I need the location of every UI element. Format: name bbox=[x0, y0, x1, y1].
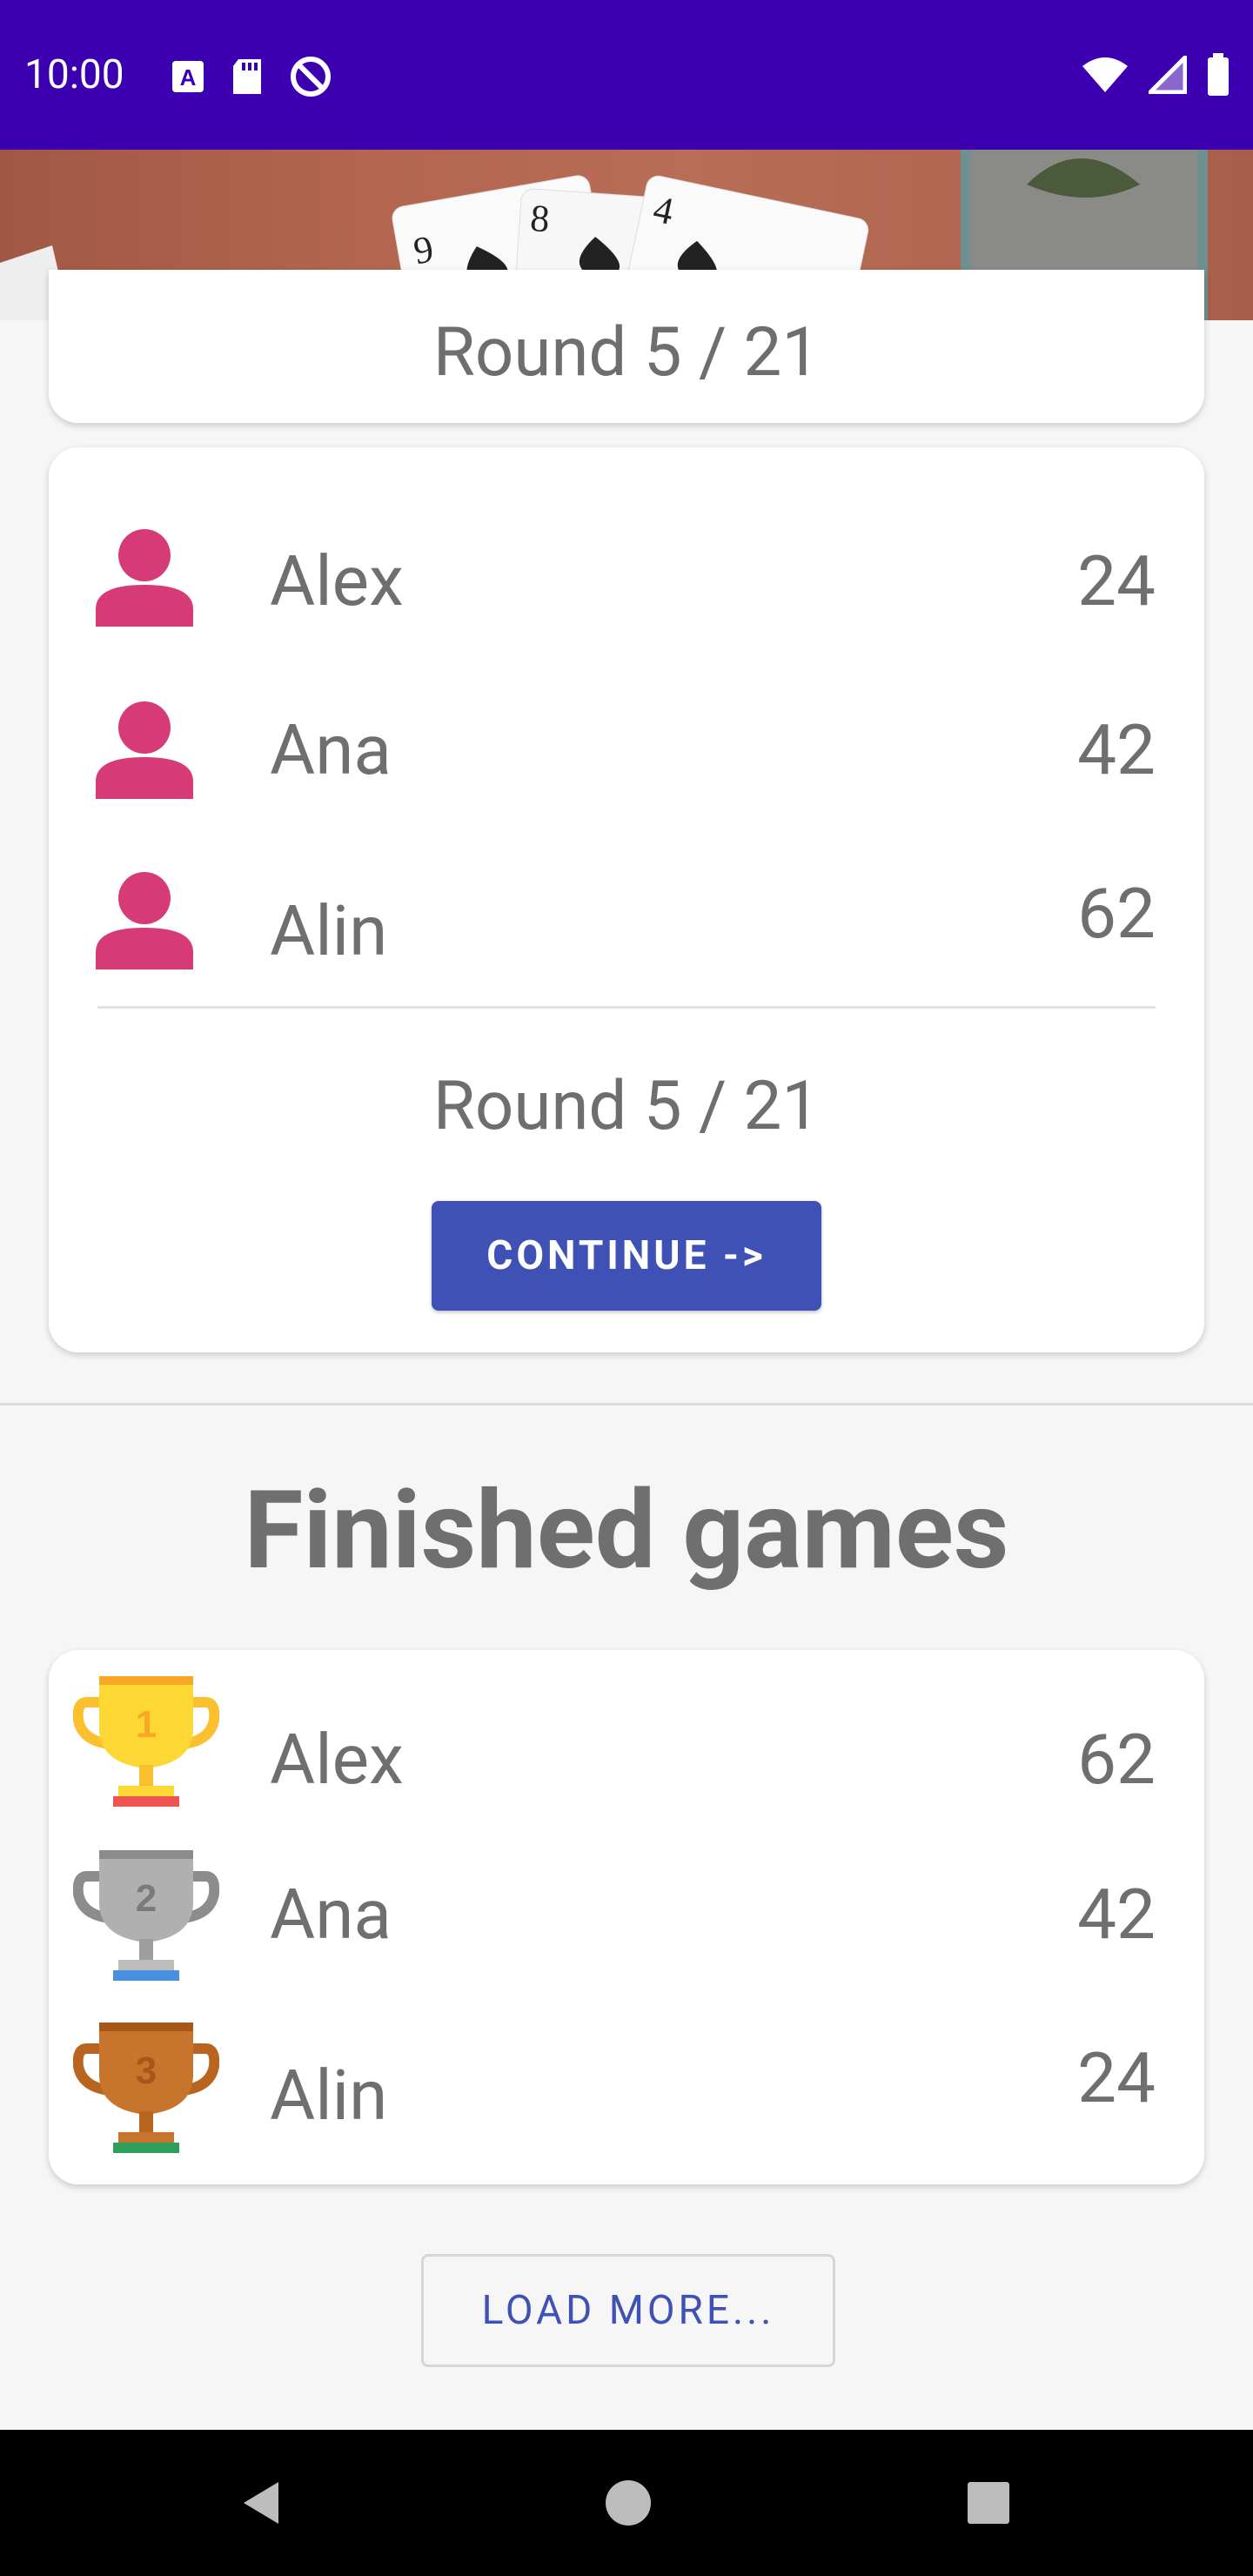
battery-icon bbox=[1208, 53, 1229, 96]
player-score: 62 bbox=[1077, 873, 1156, 955]
svg-text:A: A bbox=[180, 64, 197, 91]
gold-trophy-icon: 1 bbox=[73, 1676, 219, 1807]
trophy-rank: 1 bbox=[136, 1703, 157, 1746]
list-item: 2 Ana 42 bbox=[49, 1841, 1204, 1995]
list-item: Ana 42 bbox=[49, 681, 1204, 802]
person-icon bbox=[96, 872, 193, 969]
recents-icon[interactable] bbox=[962, 2477, 1015, 2529]
player-score: 42 bbox=[1077, 709, 1156, 791]
round-label: Round 5 / 21 bbox=[432, 313, 821, 392]
signal-icon bbox=[1149, 56, 1187, 94]
status-icons-left: A bbox=[171, 54, 332, 99]
status-icons-right bbox=[1081, 50, 1230, 99]
previous-game-card[interactable]: Round 5 / 21 bbox=[49, 270, 1204, 423]
list-item: 1 Alex 62 bbox=[49, 1667, 1204, 1821]
silver-trophy-icon: 2 bbox=[73, 1850, 219, 1981]
home-icon[interactable] bbox=[600, 2475, 656, 2531]
player-name: Alin bbox=[270, 890, 388, 972]
bronze-trophy-icon: 3 bbox=[73, 2023, 219, 2153]
player-score: 24 bbox=[1077, 2037, 1156, 2119]
load-more-button[interactable]: LOAD MORE... bbox=[421, 2254, 835, 2367]
player-name: Alin bbox=[270, 2055, 388, 2137]
status-bar: 10:00 A bbox=[0, 0, 1253, 150]
player-name: Ana bbox=[270, 709, 392, 791]
round-label: Round 5 / 21 bbox=[432, 1067, 821, 1146]
status-time: 10:00 bbox=[24, 51, 124, 98]
svg-text:8: 8 bbox=[529, 197, 551, 240]
sd-card-icon bbox=[233, 59, 261, 94]
player-name: Alex bbox=[270, 540, 404, 622]
person-icon bbox=[96, 701, 193, 799]
divider bbox=[97, 1006, 1156, 1009]
continue-button[interactable]: CONTINUE -> bbox=[432, 1201, 821, 1311]
finished-games-title: Finished games bbox=[244, 1468, 1009, 1594]
list-item: 3 Alin 24 bbox=[49, 2014, 1204, 2167]
player-score: 24 bbox=[1077, 540, 1156, 622]
a-notification-icon: A bbox=[172, 61, 204, 92]
wifi-icon bbox=[1082, 57, 1128, 92]
section-divider bbox=[0, 1403, 1253, 1405]
trophy-rank: 2 bbox=[136, 1877, 157, 1920]
finished-game-card[interactable]: 1 Alex 62 2 Ana 42 3 Alin 24 bbox=[49, 1650, 1204, 2184]
person-icon bbox=[96, 529, 193, 627]
navigation-bar bbox=[0, 2430, 1253, 2576]
back-icon[interactable] bbox=[233, 2475, 289, 2531]
player-name: Ana bbox=[270, 1874, 392, 1955]
list-item: Alin 62 bbox=[49, 851, 1204, 973]
player-score: 62 bbox=[1077, 1719, 1156, 1801]
list-item: Alex 24 bbox=[49, 508, 1204, 630]
no-disturb-icon bbox=[291, 57, 331, 97]
player-name: Alex bbox=[270, 1719, 404, 1801]
trophy-rank: 3 bbox=[136, 2049, 157, 2092]
player-score: 42 bbox=[1077, 1874, 1156, 1955]
current-game-card[interactable]: Alex 24 Ana 42 Alin 62 Round 5 / 21 CONT… bbox=[49, 447, 1204, 1352]
